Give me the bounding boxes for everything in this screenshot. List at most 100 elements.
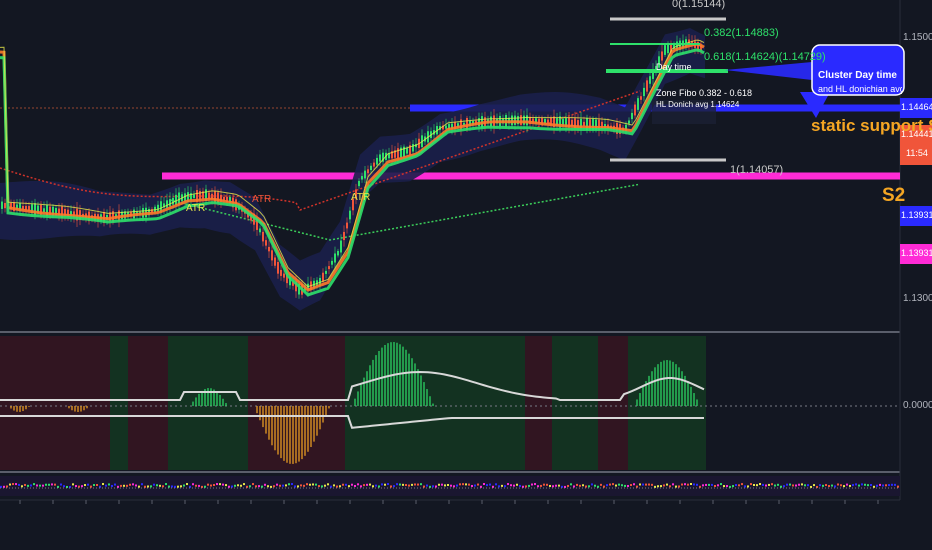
candle-body [643, 87, 645, 97]
bottom-pane-dot [336, 485, 338, 488]
candle-body [193, 194, 195, 199]
bottom-pane-dot [201, 485, 203, 488]
bottom-pane-dot [735, 484, 737, 487]
candle-body [277, 262, 279, 274]
bottom-pane-dot [165, 483, 167, 486]
candle-body [331, 260, 333, 265]
bottom-pane-dot [573, 485, 575, 488]
bottom-pane-dot [99, 485, 101, 488]
bottom-pane-dot [561, 485, 563, 488]
fib-hl-label: HL Donich avg 1.14624 [656, 100, 740, 109]
bottom-pane-dot [342, 483, 344, 486]
bottom-pane-dot [768, 483, 770, 486]
bottom-pane-dot [447, 483, 449, 486]
bottom-pane-dot [51, 483, 53, 486]
oscillator-axis-tick: 0.0000 [903, 400, 932, 411]
candle-body [175, 194, 177, 205]
candle-body [397, 148, 399, 159]
bottom-pane-dot [189, 485, 191, 488]
bottom-pane-dot [543, 483, 545, 486]
price-axis-tick: 1.15000 [903, 32, 932, 43]
bottom-pane-dot [183, 484, 185, 487]
bottom-pane-dot [339, 485, 341, 488]
atr-label: ATR [351, 192, 371, 203]
bottom-pane-dot [225, 484, 227, 487]
bottom-pane-dot [294, 485, 296, 488]
candle-body [43, 208, 45, 212]
bottom-pane-dot [36, 484, 38, 487]
bottom-pane-dot [642, 483, 644, 486]
bottom-pane-dot [417, 483, 419, 486]
bottom-pane-dot [408, 484, 410, 487]
bottom-pane-dot [672, 483, 674, 486]
bottom-pane-dot [870, 483, 872, 486]
candle-body [376, 157, 378, 165]
bottom-pane-dot [330, 485, 332, 488]
bottom-pane-dot [402, 483, 404, 486]
bottom-pane-dot [636, 485, 638, 488]
bottom-pane-dot [594, 484, 596, 487]
bottom-pane-dot [747, 485, 749, 488]
bottom-pane-dot [216, 483, 218, 486]
bottom-pane-dot [666, 483, 668, 486]
bottom-pane-dot [108, 483, 110, 486]
bottom-pane-dot [429, 485, 431, 488]
bottom-pane-dot [876, 484, 878, 487]
bottom-pane-dot [276, 483, 278, 486]
candle-body [265, 240, 267, 246]
bottom-pane-dot [357, 483, 359, 486]
bottom-pane-dot [72, 483, 74, 486]
ma-orange [0, 42, 705, 292]
bottom-pane-dot [504, 485, 506, 488]
bottom-pane-dot [369, 483, 371, 486]
candle-body [340, 240, 342, 253]
bottom-pane-dot [744, 485, 746, 488]
candle-body [412, 144, 414, 152]
bottom-pane-dot [279, 484, 281, 487]
bottom-pane-dot [372, 485, 374, 488]
candle-body [637, 98, 639, 110]
bottom-pane-dot [888, 484, 890, 487]
bottom-pane-dot [891, 483, 893, 486]
bottom-pane-dot [420, 483, 422, 486]
bottom-pane-dot [345, 483, 347, 486]
bottom-pane-dot [54, 483, 56, 486]
bottom-pane-dot [819, 484, 821, 487]
bottom-pane-dot [480, 485, 482, 488]
bottom-pane-dot [795, 484, 797, 487]
candle-body [367, 169, 369, 174]
candle-body [661, 51, 663, 61]
bottom-pane-dot [852, 484, 854, 487]
bottom-pane-dot [123, 484, 125, 487]
bottom-pane-dot [681, 483, 683, 486]
bottom-pane-dot [45, 483, 47, 486]
fib-zone-label: Zone Fibo 0.382 - 0.618 [656, 88, 753, 98]
bottom-pane-dot [168, 485, 170, 488]
bottom-pane-dot [663, 484, 665, 487]
bottom-pane-dot [765, 484, 767, 487]
bottom-pane-dot [654, 485, 656, 488]
bottom-pane-dot [186, 483, 188, 486]
bottom-pane-dot [378, 485, 380, 488]
candle-body [337, 250, 339, 256]
bottom-pane-dot [582, 484, 584, 487]
bottom-pane-dot [291, 483, 293, 486]
fib-day-label: Day time [656, 62, 692, 72]
bottom-pane-dot [609, 483, 611, 486]
bottom-pane-dot [885, 484, 887, 487]
atr-label: ATR [252, 194, 272, 205]
bottom-pane-dot [150, 485, 152, 488]
bottom-pane-dot [606, 484, 608, 487]
bottom-pane-dot [834, 485, 836, 488]
bottom-pane-dot [84, 484, 86, 487]
bottom-pane-dot [783, 485, 785, 488]
candle-body [1, 201, 3, 209]
candle-body [259, 228, 261, 233]
bottom-pane-dot [246, 485, 248, 488]
bottom-pane-dot [831, 484, 833, 487]
bottom-pane-dot [741, 483, 743, 486]
bottom-pane-dot [615, 484, 617, 487]
price-tag-text: 1.13931 [901, 210, 932, 220]
bottom-pane-dot [486, 484, 488, 487]
bottom-pane-dot [81, 485, 83, 488]
